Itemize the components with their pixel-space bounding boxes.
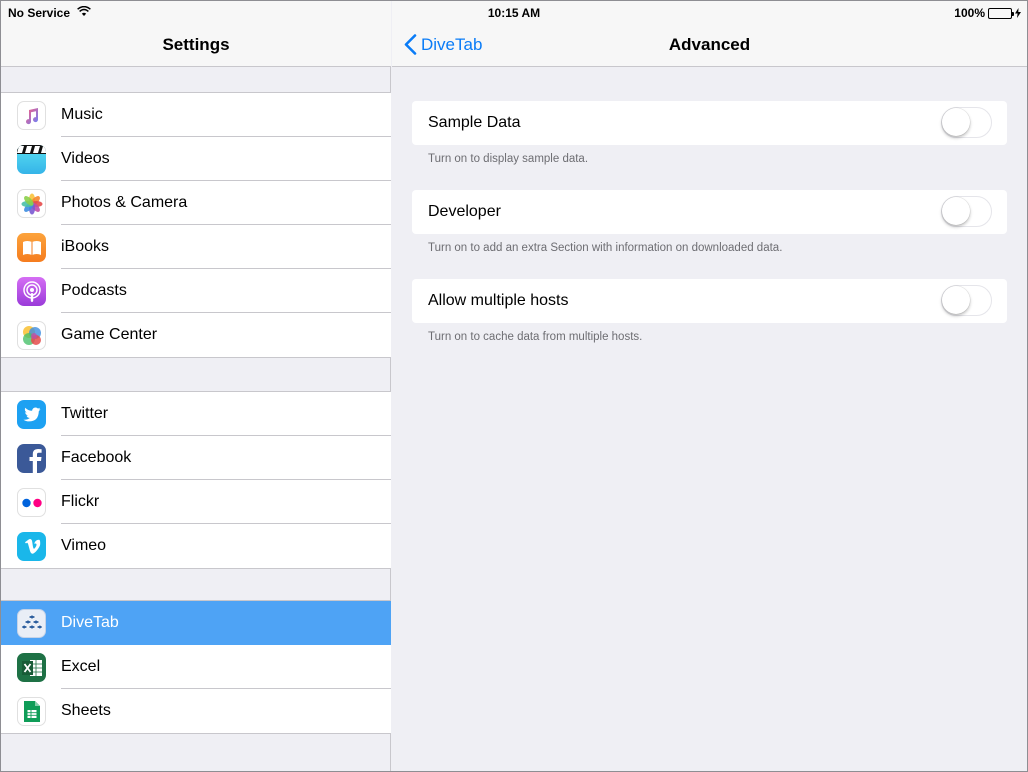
settings-item-label: Vimeo xyxy=(61,537,107,554)
sheets-icon xyxy=(17,697,46,726)
sample-data-toggle[interactable] xyxy=(941,107,992,138)
settings-item-excel[interactable]: Excel xyxy=(1,645,391,689)
ipad-screen: Settings Music Videos Photos & Camera iB… xyxy=(1,1,1027,771)
setting-footer: Turn on to display sample data. xyxy=(428,153,589,165)
settings-item-game-center[interactable]: Game Center xyxy=(1,313,391,357)
settings-item-ibooks[interactable]: iBooks xyxy=(1,225,391,269)
settings-item-facebook[interactable]: Facebook xyxy=(1,436,391,480)
settings-item-label: Flickr xyxy=(61,493,100,510)
setting-footer: Turn on to cache data from multiple host… xyxy=(428,331,643,343)
photos-icon xyxy=(17,189,46,218)
settings-item-label: Facebook xyxy=(61,449,132,466)
page-title: Advanced xyxy=(668,35,751,54)
setting-label: Sample Data xyxy=(428,114,521,131)
settings-group-social: Twitter Facebook Flickr Vimeo xyxy=(1,391,391,569)
settings-group-media: Music Videos Photos & Camera iBooks Podc… xyxy=(1,92,391,358)
podcasts-icon xyxy=(17,277,46,306)
twitter-icon xyxy=(17,400,46,429)
settings-item-label: Photos & Camera xyxy=(61,194,188,211)
battery-indicator: 100% xyxy=(954,6,1021,20)
toggle-knob xyxy=(942,108,970,136)
facebook-icon xyxy=(17,444,46,473)
master-pane: Settings Music Videos Photos & Camera iB… xyxy=(1,1,391,771)
toggle-knob xyxy=(942,286,970,314)
setting-row-allow-multiple-hosts: Allow multiple hosts xyxy=(412,279,1007,323)
detail-pane: DiveTab Advanced Sample Data Turn on to … xyxy=(392,1,1027,771)
setting-label: Allow multiple hosts xyxy=(428,292,569,309)
setting-row-developer: Developer xyxy=(412,190,1007,234)
settings-item-label: Excel xyxy=(61,658,101,675)
flickr-icon xyxy=(17,488,46,517)
charging-bolt-icon xyxy=(1015,8,1021,18)
settings-item-flickr[interactable]: Flickr xyxy=(1,480,391,524)
settings-item-label: DiveTab xyxy=(61,614,119,631)
excel-icon xyxy=(17,653,46,682)
settings-group-apps: DiveTab Excel Sheets xyxy=(1,600,391,734)
vimeo-icon xyxy=(17,532,46,561)
settings-item-music[interactable]: Music xyxy=(1,93,391,137)
ibooks-icon xyxy=(17,233,46,262)
settings-item-label: Podcasts xyxy=(61,282,127,299)
allow-multiple-hosts-toggle[interactable] xyxy=(941,285,992,316)
battery-icon xyxy=(988,7,1014,19)
status-bar: No Service 10:15 AM 100% xyxy=(1,1,1027,23)
music-icon xyxy=(17,101,46,130)
settings-item-label: Sheets xyxy=(61,702,111,719)
settings-item-label: iBooks xyxy=(61,238,110,255)
clock: 10:15 AM xyxy=(487,6,541,20)
game-center-icon xyxy=(17,321,46,350)
setting-label: Developer xyxy=(428,203,501,220)
settings-item-photos-camera[interactable]: Photos & Camera xyxy=(1,181,391,225)
developer-toggle[interactable] xyxy=(941,196,992,227)
settings-item-divetab[interactable]: DiveTab xyxy=(1,601,391,645)
page-title: Settings xyxy=(162,35,230,54)
toggle-knob xyxy=(942,197,970,225)
setting-footer: Turn on to add an extra Section with inf… xyxy=(428,242,783,254)
settings-item-vimeo[interactable]: Vimeo xyxy=(1,524,391,568)
setting-row-sample-data: Sample Data xyxy=(412,101,1007,145)
settings-item-podcasts[interactable]: Podcasts xyxy=(1,269,391,313)
settings-item-videos[interactable]: Videos xyxy=(1,137,391,181)
videos-icon xyxy=(17,145,46,174)
battery-percent: 100% xyxy=(954,6,985,20)
settings-item-sheets[interactable]: Sheets xyxy=(1,689,391,733)
settings-item-twitter[interactable]: Twitter xyxy=(1,392,391,436)
settings-item-label: Twitter xyxy=(61,405,109,422)
settings-item-label: Game Center xyxy=(61,326,158,343)
divetab-icon xyxy=(17,609,46,638)
settings-item-label: Music xyxy=(61,106,103,123)
settings-item-label: Videos xyxy=(61,150,110,167)
